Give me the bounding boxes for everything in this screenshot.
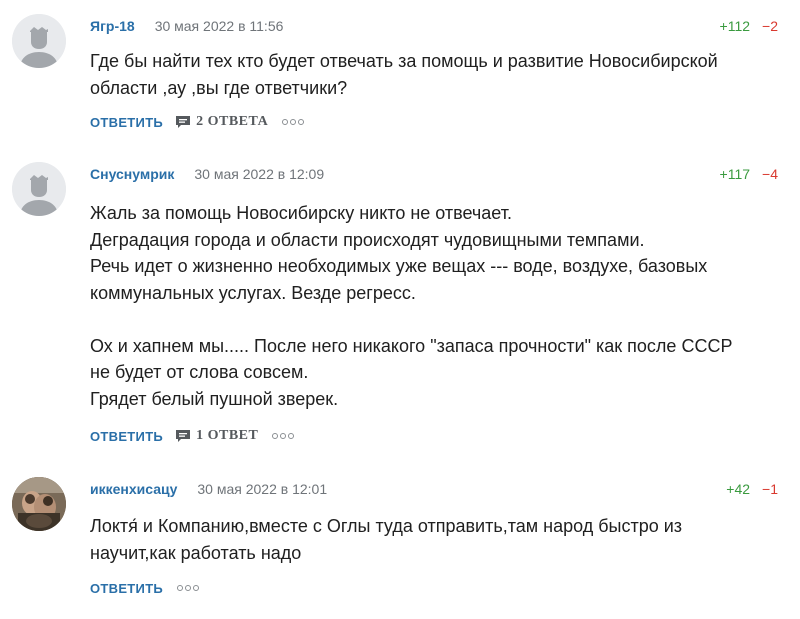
comment-line: Локтя́ и Компанию,вместе с Оглы туда отп… xyxy=(90,516,683,536)
upvote-count[interactable]: +42 xyxy=(726,481,750,497)
comment-line xyxy=(90,306,790,333)
default-user-icon[interactable] xyxy=(12,14,66,68)
comment-date: 30 мая 2022 в 12:01 xyxy=(197,481,328,497)
comment-text: Локтя́ и Компанию,вместе с Оглы туда отп… xyxy=(90,513,790,566)
default-user-icon[interactable] xyxy=(12,162,66,216)
comment-date: 30 мая 2022 в 12:09 xyxy=(194,166,325,182)
upvote-count[interactable]: +117 xyxy=(720,166,751,182)
comment-bubble-icon xyxy=(176,430,191,442)
comment-line: области ,ау ,вы где ответчики? xyxy=(90,77,348,98)
comment: иккенхисацу 30 мая 2022 в 12:01 +42 −1 Л… xyxy=(0,477,800,607)
vote-counts: +42 −1 xyxy=(726,477,778,501)
upvote-count[interactable]: +112 xyxy=(720,18,751,34)
comment-line: Ох и хапнем мы..... После него никакого … xyxy=(90,335,733,356)
more-options-icon[interactable] xyxy=(175,581,201,595)
user-avatar-photo[interactable] xyxy=(12,477,66,531)
vote-counts: +112 −2 xyxy=(720,14,778,38)
comment-actions: ОТВЕТИТЬ xyxy=(90,578,201,598)
vote-counts: +117 −4 xyxy=(720,162,778,186)
downvote-count[interactable]: −2 xyxy=(762,18,778,34)
comment-text: Где бы найти тех кто будет отвечать за п… xyxy=(90,48,790,101)
comment-line: Где бы найти тех кто будет отвечать за п… xyxy=(90,51,718,71)
comment-text: Жаль за помощь Новосибирску никто не отв… xyxy=(90,200,790,412)
comment-line: коммунальных услугах. Везде регресс. xyxy=(90,282,416,303)
reply-button[interactable]: ОТВЕТИТЬ xyxy=(90,115,163,130)
author-name[interactable]: иккенхисацу xyxy=(90,481,177,497)
comment: Ягр-18 30 мая 2022 в 11:56 +112 −2 Где б… xyxy=(0,14,800,134)
comment-bubble-icon xyxy=(176,116,191,128)
replies-count: 1 ОТВЕТ xyxy=(196,428,259,443)
replies-toggle[interactable]: 2 ОТВЕТА xyxy=(175,114,268,130)
comment-date: 30 мая 2022 в 11:56 xyxy=(154,18,284,34)
comment-line: Речь идет о жизненно необходимых уже вещ… xyxy=(90,256,708,276)
reply-button[interactable]: ОТВЕТИТЬ xyxy=(90,429,163,444)
more-options-icon[interactable] xyxy=(280,115,306,129)
downvote-count[interactable]: −4 xyxy=(762,166,778,182)
comment-line: Грядет белый пушной зверек. xyxy=(90,388,339,409)
comment-actions: ОТВЕТИТЬ 2 ОТВЕТА xyxy=(90,112,306,132)
replies-count: 2 ОТВЕТА xyxy=(196,114,269,129)
more-options-icon[interactable] xyxy=(270,429,296,443)
comment-line: не будет от слова совсем. xyxy=(90,362,309,382)
replies-toggle[interactable]: 1 ОТВЕТ xyxy=(175,428,258,444)
downvote-count[interactable]: −1 xyxy=(762,481,778,497)
comment-line: Жаль за помощь Новосибирску никто не отв… xyxy=(90,203,512,223)
comment-actions: ОТВЕТИТЬ 1 ОТВЕТ xyxy=(90,426,296,446)
comment-line: Деградация города и области происходят ч… xyxy=(90,229,645,250)
author-name[interactable]: Снуснумрик xyxy=(90,166,174,182)
reply-button[interactable]: ОТВЕТИТЬ xyxy=(90,581,163,596)
comment-line: научит,как работать надо xyxy=(90,542,302,563)
comment: Снуснумрик 30 мая 2022 в 12:09 +117 −4 Ж… xyxy=(0,162,800,452)
author-name[interactable]: Ягр-18 xyxy=(90,18,135,34)
